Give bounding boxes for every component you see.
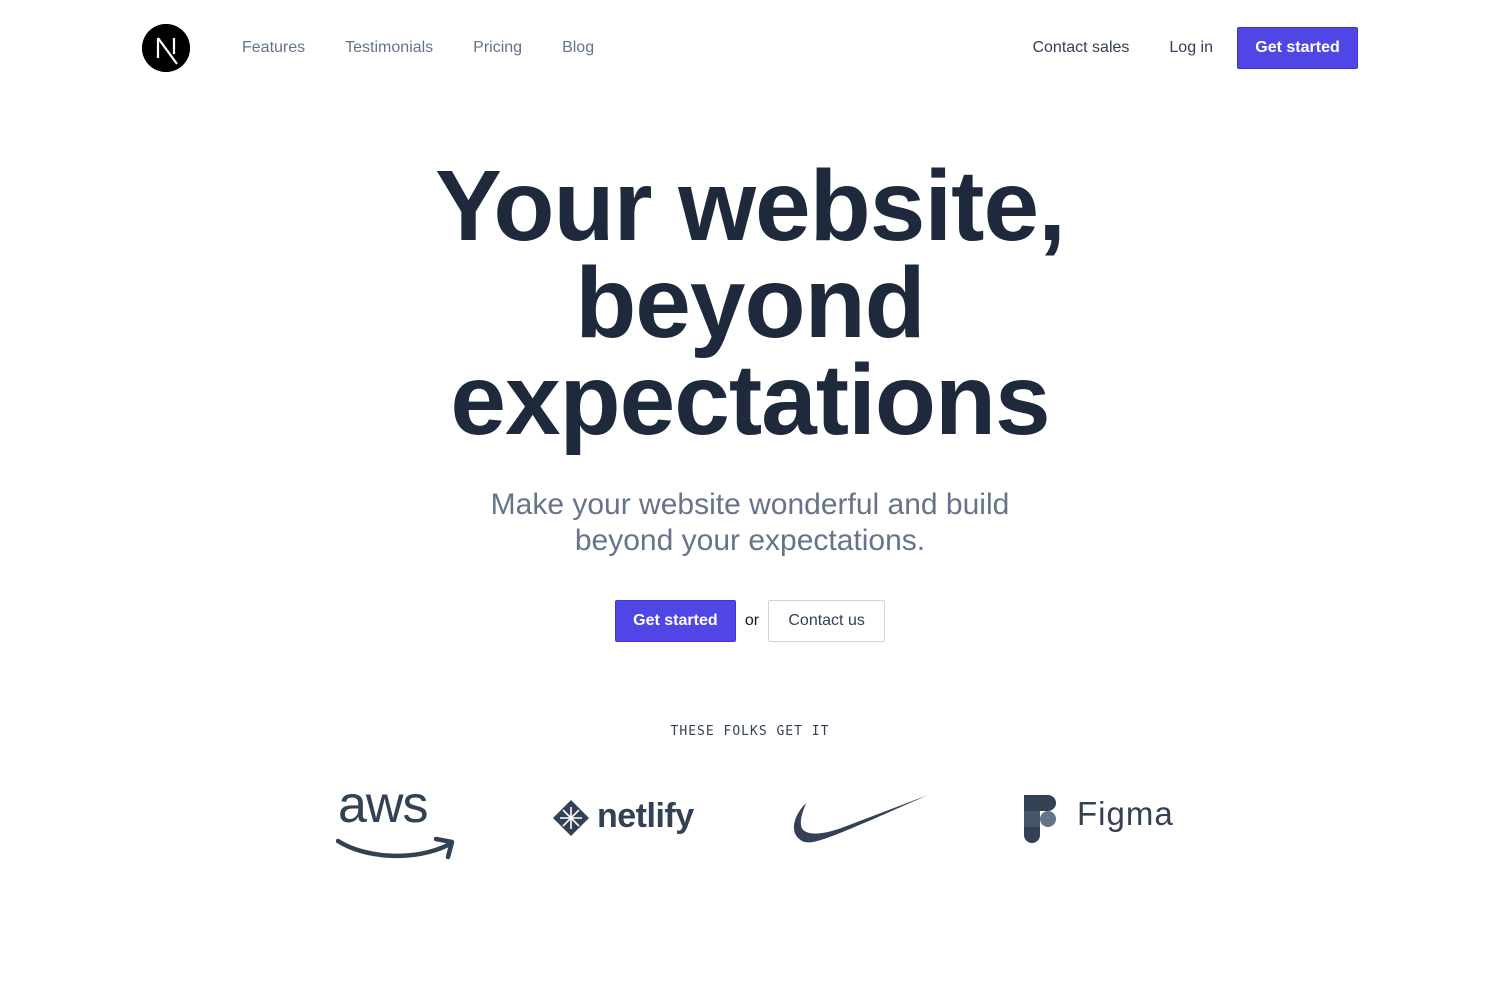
contact-sales-link[interactable]: Contact sales xyxy=(1032,39,1129,57)
netlify-logo-icon: netlify xyxy=(552,797,697,839)
nav-testimonials[interactable]: Testimonials xyxy=(345,38,433,58)
brand-logos: aws netlify Figma xyxy=(0,776,1500,875)
login-link[interactable]: Log in xyxy=(1169,39,1213,57)
nextjs-logo-icon[interactable] xyxy=(142,24,190,72)
hero-title-line-2: beyond xyxy=(575,247,926,359)
hero-subtitle: Make your website wonderful and build be… xyxy=(0,487,1500,559)
nike-logo-icon xyxy=(788,793,930,845)
hero-get-started-button[interactable]: Get started xyxy=(614,600,736,642)
figma-wordmark: Figma xyxy=(1077,795,1174,832)
hero-title-line-1: Your website, xyxy=(435,150,1066,262)
hero-subtitle-line-1: Make your website wonderful and build xyxy=(490,488,1010,521)
hero-subtitle-line-2: beyond your expectations. xyxy=(574,524,926,557)
nav-blog[interactable]: Blog xyxy=(562,38,594,58)
contact-us-button[interactable]: Contact us xyxy=(768,600,886,642)
hero-title-line-3: expectations xyxy=(450,344,1050,456)
aws-wordmark: aws xyxy=(338,776,428,834)
netlify-wordmark: netlify xyxy=(597,797,694,835)
header-get-started-button[interactable]: Get started xyxy=(1237,27,1358,69)
hero: Your website, beyond expectations xyxy=(0,150,1500,456)
nav-features[interactable]: Features xyxy=(242,38,305,58)
figma-logo-icon: Figma xyxy=(1024,793,1173,843)
aws-logo-icon: aws xyxy=(336,776,458,865)
cta-or-text: or xyxy=(744,612,760,629)
hero-title: Your website, beyond expectations xyxy=(370,150,1130,456)
header-actions: Contact sales Log in Get started xyxy=(1032,27,1358,69)
main-nav: Features Testimonials Pricing Blog xyxy=(242,38,634,58)
social-proof-heading: THESE FOLKS GET IT xyxy=(670,724,830,739)
hero-cta: Get started or Contact us xyxy=(0,600,1500,642)
nav-pricing[interactable]: Pricing xyxy=(473,38,522,58)
site-header: Features Testimonials Pricing Blog Conta… xyxy=(0,0,1500,96)
